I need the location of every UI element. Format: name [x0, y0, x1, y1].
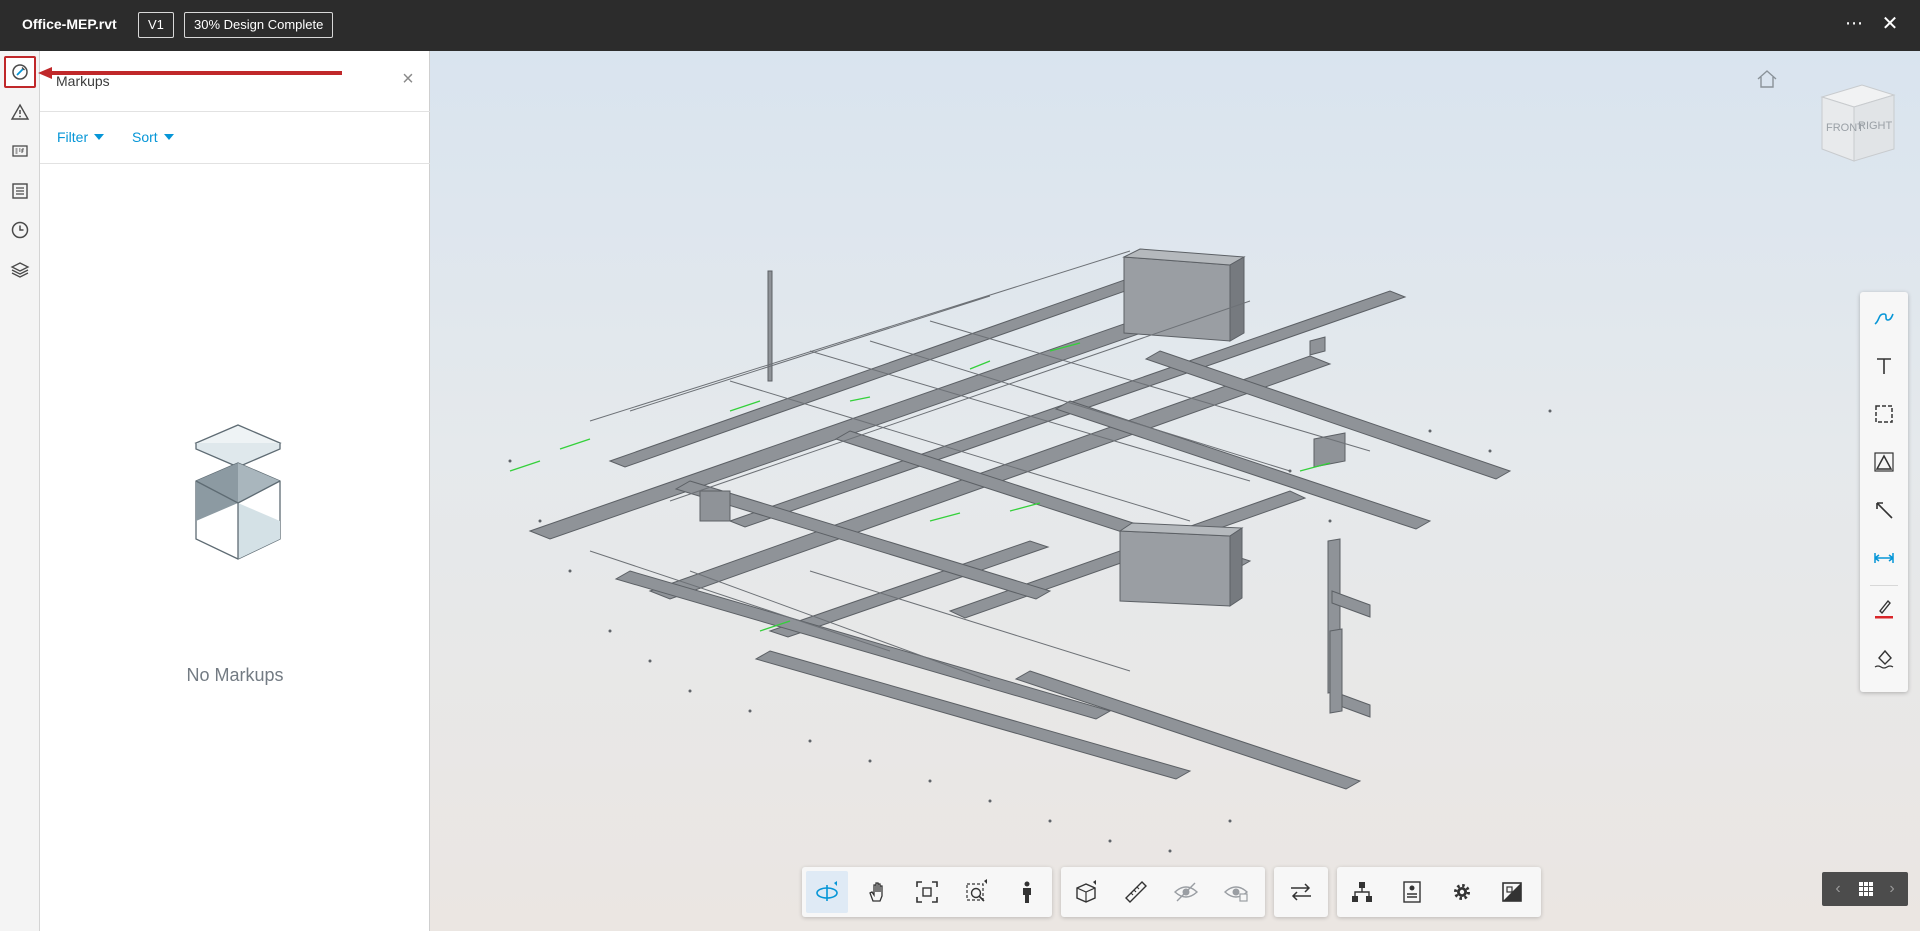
text-tool-button[interactable] — [1868, 350, 1900, 382]
section-button[interactable] — [1065, 871, 1107, 913]
markup-toolbar — [1860, 292, 1908, 692]
next-button[interactable]: › — [1880, 876, 1904, 902]
polyline-icon — [1874, 452, 1894, 472]
sheets-icon — [12, 183, 28, 199]
first-person-icon — [1023, 881, 1031, 903]
pan-button[interactable] — [856, 871, 898, 913]
issues-icon — [10, 103, 30, 120]
isolate-button[interactable] — [1215, 871, 1257, 913]
close-viewer-button[interactable]: ✕ — [1876, 12, 1904, 38]
empty-state-text: No Markups — [186, 665, 284, 685]
panel-close-button[interactable]: × — [396, 67, 420, 91]
pen-color-icon — [1875, 599, 1893, 619]
viewcube-right-label: RIGHT — [1858, 120, 1893, 132]
filter-label: Filter — [57, 129, 89, 145]
model-viewer-canvas[interactable]: FRONT RIGHT ‹ › — [430, 51, 1920, 931]
rail-markups-button[interactable] — [4, 56, 36, 88]
zoom-icon — [966, 879, 987, 902]
measure-button[interactable] — [1115, 871, 1157, 913]
toolbar-divider — [1870, 585, 1898, 586]
rail-history-button[interactable] — [4, 214, 36, 246]
empty-markups-illustration — [194, 424, 282, 560]
compare-icon — [1291, 883, 1311, 901]
top-bar: Office-MEP.rvt V1 30% Design Complete ⋯ … — [0, 0, 1920, 51]
markups-icon — [12, 64, 28, 80]
freehand-icon — [1874, 313, 1894, 325]
isolate-icon — [1223, 886, 1249, 902]
sort-label: Sort — [132, 129, 158, 145]
file-name: Office-MEP.rvt — [22, 16, 117, 32]
view-cube[interactable]: FRONT RIGHT — [1814, 77, 1900, 167]
pen-color-button[interactable] — [1868, 592, 1900, 624]
pan-icon — [869, 882, 883, 902]
filter-dropdown[interactable]: Filter — [57, 129, 105, 145]
layers-icon — [10, 262, 30, 278]
model-browser-icon — [1352, 882, 1372, 902]
orbit-button[interactable] — [806, 871, 848, 913]
model-browser-button[interactable] — [1341, 871, 1383, 913]
navigation-toolbar — [802, 867, 1052, 917]
cloud-tool-button[interactable] — [1868, 398, 1900, 430]
first-person-button[interactable] — [1006, 871, 1048, 913]
rail-rfi-button[interactable] — [4, 135, 36, 167]
dimension-tool-button[interactable] — [1868, 542, 1900, 574]
compare-button[interactable] — [1280, 871, 1322, 913]
dimension-icon — [1874, 553, 1894, 563]
rail-issues-button[interactable] — [4, 96, 36, 128]
arrow-tool-button[interactable] — [1868, 494, 1900, 526]
properties-icon — [1403, 881, 1421, 903]
fill-tool-button[interactable] — [1868, 642, 1900, 674]
history-icon — [11, 221, 29, 239]
left-icon-rail — [0, 51, 40, 931]
more-options-button[interactable]: ⋯ — [1840, 12, 1868, 38]
hide-icon — [1173, 882, 1199, 902]
fit-to-view-button[interactable] — [906, 871, 948, 913]
properties-button[interactable] — [1391, 871, 1433, 913]
markups-panel: Markups × Filter Sort No Markups — [40, 51, 430, 931]
zoom-button[interactable] — [956, 871, 998, 913]
sheet-pager: ‹ › — [1822, 872, 1908, 906]
settings-icon — [1454, 884, 1470, 900]
mep-3d-model — [508, 248, 1552, 853]
compare-toolbar — [1274, 867, 1328, 917]
measure-icon — [1125, 881, 1147, 903]
settings-button[interactable] — [1441, 871, 1483, 913]
full-screen-button[interactable] — [1491, 871, 1533, 913]
filter-bar: Filter Sort — [40, 112, 430, 164]
hide-button[interactable] — [1165, 871, 1207, 913]
rail-sheets-button[interactable] — [4, 175, 36, 207]
previous-button[interactable]: ‹ — [1826, 876, 1850, 902]
version-badge[interactable]: V1 — [138, 12, 174, 38]
arrow-icon — [1876, 502, 1893, 519]
sort-dropdown[interactable]: Sort — [132, 129, 174, 145]
settings-toolbar — [1337, 867, 1541, 917]
rail-layers-button[interactable] — [4, 254, 36, 286]
design-set-badge[interactable]: 30% Design Complete — [184, 12, 334, 38]
grid-icon[interactable] — [1858, 881, 1874, 897]
text-icon — [1877, 358, 1891, 374]
home-icon[interactable] — [1754, 67, 1780, 91]
pointer-arrow-annotation — [38, 67, 342, 79]
polyline-tool-button[interactable] — [1868, 446, 1900, 478]
chevron-down-icon — [94, 134, 105, 140]
chevron-down-icon — [163, 134, 174, 140]
fit-to-view-icon — [916, 881, 938, 903]
freehand-tool-button[interactable] — [1868, 302, 1900, 334]
orbit-icon — [816, 881, 838, 901]
section-icon — [1076, 880, 1096, 903]
rfi-icon — [12, 145, 28, 157]
modeling-toolbar — [1061, 867, 1265, 917]
cloud-icon — [1875, 405, 1893, 423]
fill-icon — [1874, 649, 1894, 669]
full-screen-icon — [1502, 882, 1522, 902]
